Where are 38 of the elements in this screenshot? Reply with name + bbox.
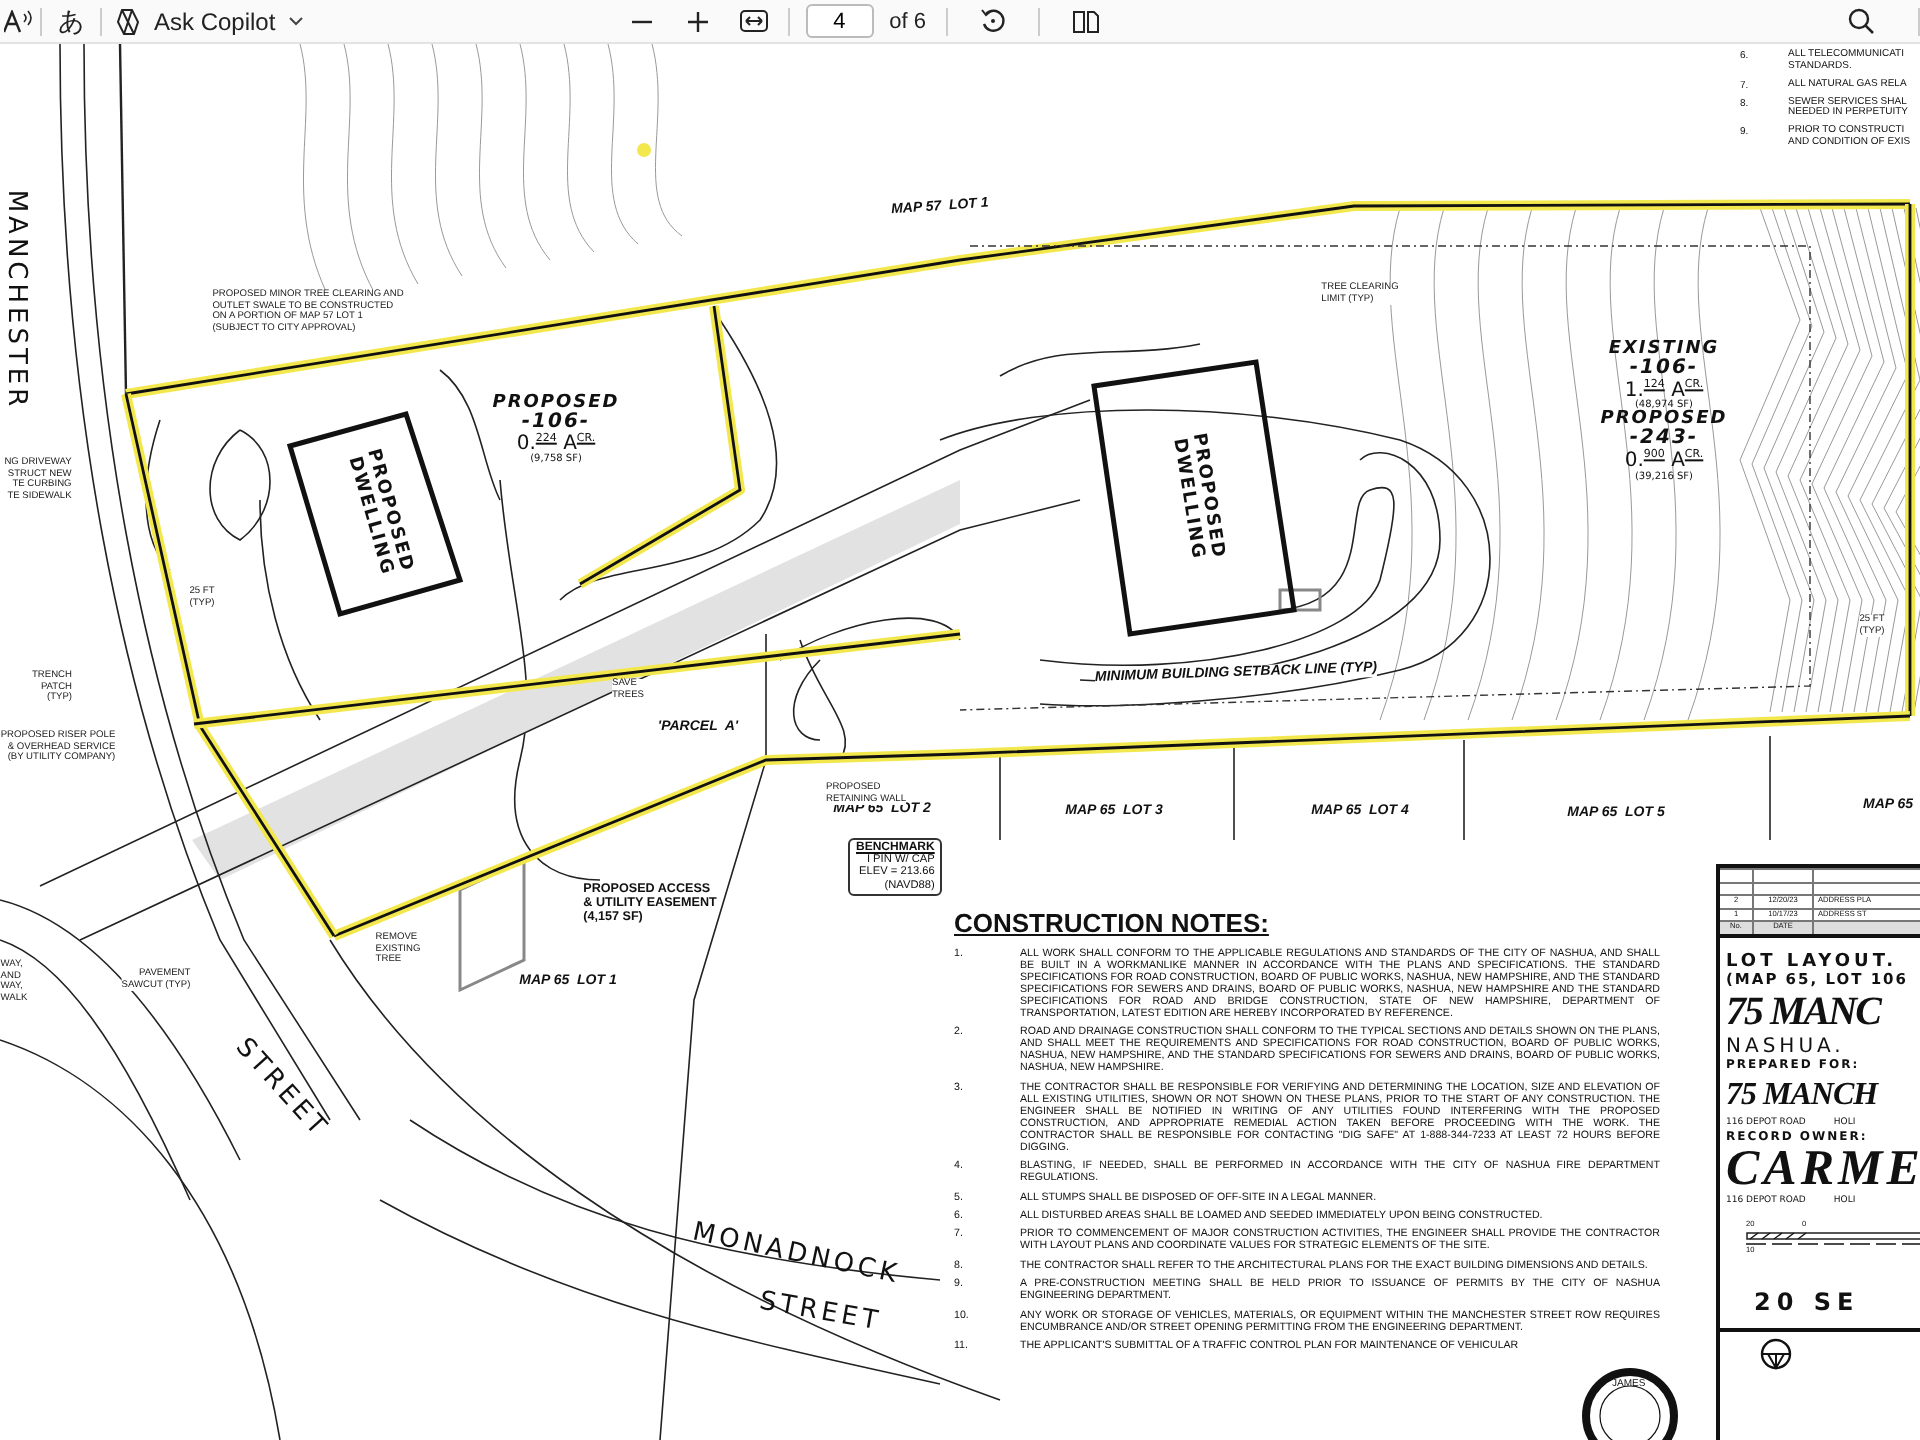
ask-copilot-button[interactable]: Ask Copilot bbox=[102, 7, 316, 35]
translate-button[interactable]: あ bbox=[58, 3, 84, 39]
lot-line bbox=[999, 753, 1001, 841]
city-name: NASHUA. bbox=[1726, 1035, 1847, 1058]
seal-drawing bbox=[1582, 1368, 1678, 1440]
client-name: 75 MANCH bbox=[1726, 1075, 1881, 1116]
notes-heading: CONSTRUCTION NOTES: bbox=[954, 908, 1271, 938]
lot-area-text: -243- bbox=[1629, 430, 1699, 450]
copilot-icon bbox=[114, 7, 142, 35]
lot-area-text: 0.$^{900}$ A$^{CR.}$ bbox=[1624, 450, 1704, 473]
company-logo-icon bbox=[1760, 1337, 1792, 1370]
chevron-down-icon bbox=[287, 15, 304, 27]
lot-area-text: PROPOSED bbox=[1600, 412, 1728, 430]
marker-dot bbox=[637, 143, 651, 157]
two-page-view-icon[interactable] bbox=[1068, 5, 1104, 37]
lot-line bbox=[1233, 745, 1235, 841]
street-name: STREET bbox=[756, 1288, 884, 1340]
lot-area-text: 1.$^{124}$ A$^{CR.}$ bbox=[1624, 379, 1704, 402]
page-count: of 6 bbox=[889, 9, 926, 33]
page-number-field[interactable]: 4 bbox=[805, 4, 874, 38]
zoom-in-icon[interactable] bbox=[683, 7, 712, 35]
lot-area-text: -106- bbox=[521, 412, 591, 433]
owner-name: CARME bbox=[1726, 1145, 1920, 1194]
rotate-icon[interactable] bbox=[976, 4, 1010, 38]
plan-title: LOT LAYOUT. bbox=[1726, 953, 1900, 972]
fit-width-icon[interactable] bbox=[735, 6, 772, 36]
search-icon[interactable] bbox=[1844, 4, 1878, 38]
project-name: 75 MANC bbox=[1726, 987, 1884, 1036]
street-name: MANCHESTER bbox=[0, 189, 29, 411]
scale-bar-icon bbox=[1746, 1231, 1920, 1248]
scale-text: 20 SE bbox=[1754, 1287, 1862, 1316]
lot-line bbox=[1769, 735, 1771, 841]
building-footprint bbox=[1278, 588, 1322, 612]
lot-area-text: PROPOSED bbox=[492, 394, 620, 413]
lot-line bbox=[1463, 739, 1465, 841]
lot-area-text: EXISTING bbox=[1608, 341, 1720, 360]
lot-area-text: 0.$^{224}$ A$^{CR.}$ bbox=[516, 432, 596, 456]
lot-area-text: -106- bbox=[1629, 359, 1699, 380]
